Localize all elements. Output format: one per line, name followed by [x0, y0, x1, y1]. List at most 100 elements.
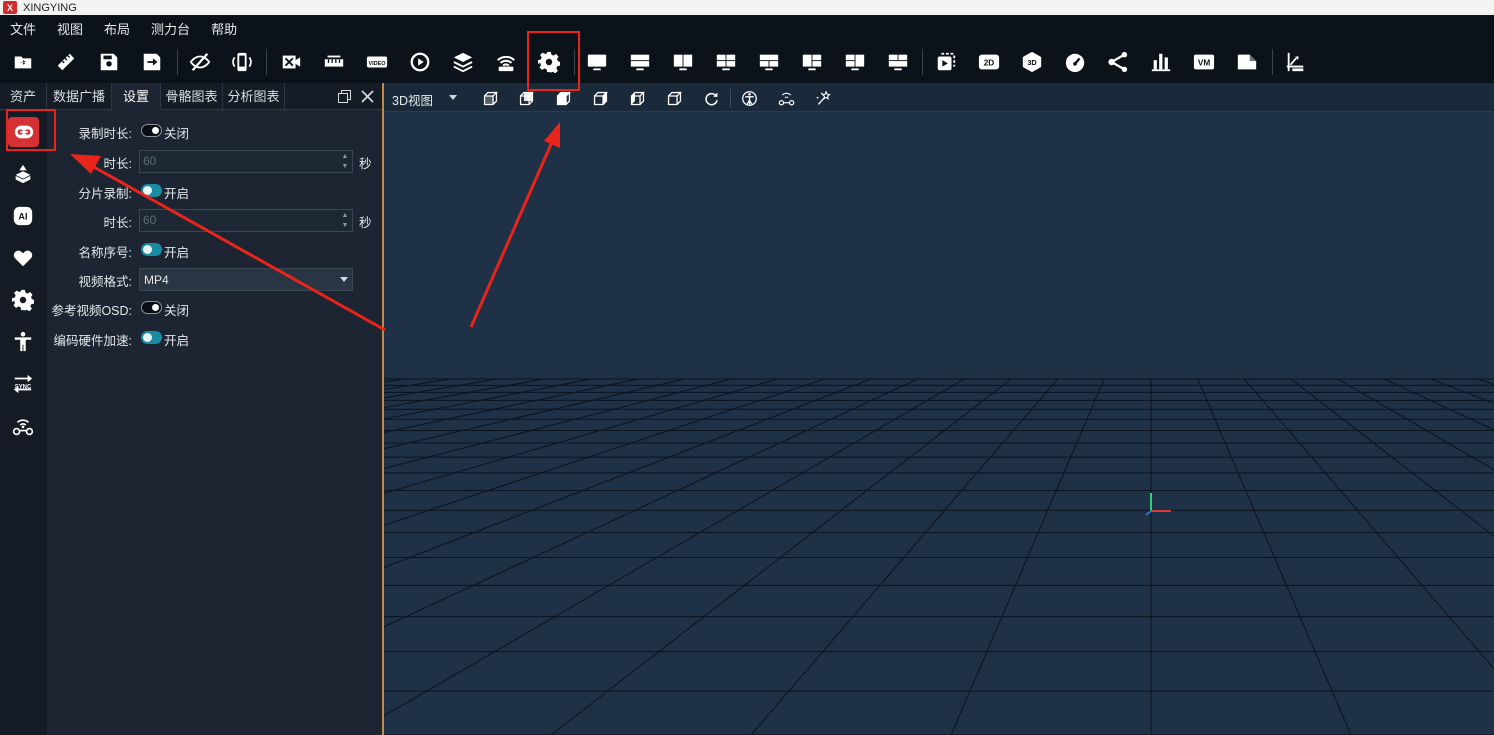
- ref-video-osd-state: 关闭: [164, 304, 190, 318]
- tab-settings[interactable]: 设置: [112, 83, 161, 110]
- menu-force-plate[interactable]: 测力台: [151, 19, 190, 38]
- view-layout-5-icon[interactable]: [756, 49, 782, 75]
- reset-view-icon[interactable]: [701, 88, 721, 108]
- view-left-icon[interactable]: [627, 88, 647, 108]
- hw-accel-toggle[interactable]: [141, 331, 162, 344]
- name-index-row: 名称序号: 开启: [47, 238, 382, 262]
- rigid-body-icon[interactable]: [10, 161, 36, 187]
- chevron-down-icon: [340, 277, 348, 282]
- view-right-icon[interactable]: [664, 88, 684, 108]
- hide-icon[interactable]: [187, 49, 213, 75]
- svg-text:VIDEO: VIDEO: [368, 61, 386, 67]
- wireless-sensor-icon[interactable]: [10, 413, 36, 439]
- view-bottom-icon[interactable]: [590, 88, 610, 108]
- panel-tabs: 资产 数据广播 设置 骨骼图表 分析图表: [0, 83, 382, 110]
- show-skeleton-icon[interactable]: [739, 88, 759, 108]
- video-format-label: 视频格式:: [78, 275, 132, 289]
- sync-icon[interactable]: SYNC: [10, 371, 36, 397]
- menu-help[interactable]: 帮助: [211, 19, 237, 38]
- force-plate-icon[interactable]: [1283, 49, 1309, 75]
- record-duration-state: 关闭: [164, 127, 190, 141]
- duration-spinbox-2[interactable]: 60 ▲ ▼: [139, 209, 353, 232]
- view-layout-7-icon[interactable]: [842, 49, 868, 75]
- duration-row-1: 时长: 60 ▲ ▼ 秒: [47, 149, 382, 173]
- settings-gear-icon[interactable]: [536, 49, 562, 75]
- bar-chart-icon[interactable]: [1148, 49, 1174, 75]
- layers-icon[interactable]: [450, 49, 476, 75]
- tab-data-broadcast[interactable]: 数据广播: [47, 83, 112, 110]
- spin-down-icon[interactable]: ▼: [340, 221, 350, 230]
- vm-icon[interactable]: VM: [1191, 49, 1217, 75]
- duration-unit-1: 秒: [359, 157, 372, 171]
- segment-record-toggle[interactable]: [141, 184, 162, 197]
- viewport-toolbar: 3D视图: [384, 83, 1494, 112]
- playback-icon[interactable]: [933, 49, 959, 75]
- export-icon[interactable]: [139, 49, 165, 75]
- recording-settings-form: 录制时长: 关闭 时长: 60 ▲ ▼ 秒 分片录制: 开启 时长: 60 ▲ ▼ 秒 …: [47, 111, 382, 735]
- tab-skeleton-chart[interactable]: 骨骼图表: [161, 83, 223, 110]
- open-project-icon[interactable]: [10, 49, 36, 75]
- recording-icon[interactable]: [8, 117, 39, 147]
- document-icon[interactable]: [1234, 49, 1260, 75]
- view-single-icon[interactable]: [584, 49, 610, 75]
- 3d-icon[interactable]: 3D: [1019, 49, 1045, 75]
- video-format-row: 视频格式: MP4: [47, 267, 382, 291]
- device-sync-icon[interactable]: [229, 49, 255, 75]
- gauge-icon[interactable]: [1062, 49, 1088, 75]
- menu-file[interactable]: 文件: [10, 19, 36, 38]
- show-trail-icon[interactable]: [813, 88, 833, 108]
- name-index-toggle[interactable]: [141, 243, 162, 256]
- settings-icon[interactable]: [10, 287, 36, 313]
- 2d-icon[interactable]: 2D: [976, 49, 1002, 75]
- app-title: XINGYING: [23, 1, 77, 14]
- save-icon[interactable]: [96, 49, 122, 75]
- hw-accel-label: 编码硬件加速:: [53, 334, 132, 348]
- duration-label-1: 时长:: [103, 157, 132, 171]
- segment-record-state: 开启: [164, 187, 190, 201]
- view-front-icon[interactable]: [480, 88, 500, 108]
- tab-assets[interactable]: 资产: [0, 83, 47, 110]
- menu-view[interactable]: 视图: [57, 19, 83, 38]
- tab-analysis-chart[interactable]: 分析图表: [223, 83, 285, 110]
- replay-icon[interactable]: [407, 49, 433, 75]
- 3d-viewport[interactable]: 3D视图: [384, 83, 1494, 735]
- view-quad-icon[interactable]: [713, 49, 739, 75]
- record-duration-label: 录制时长:: [78, 127, 132, 141]
- chevron-down-icon[interactable]: [449, 95, 457, 100]
- show-marker-icon[interactable]: [776, 88, 796, 108]
- ruler-calibrate-icon[interactable]: [321, 49, 347, 75]
- duration-row-2: 时长: 60 ▲ ▼ 秒: [47, 208, 382, 232]
- ref-video-osd-label: 参考视频OSD:: [51, 304, 132, 318]
- menu-layout[interactable]: 布局: [104, 19, 130, 38]
- close-panel-icon[interactable]: [359, 88, 375, 104]
- ref-video-osd-toggle[interactable]: [141, 301, 162, 314]
- record-duration-toggle[interactable]: [141, 124, 162, 137]
- heart-icon[interactable]: [10, 245, 36, 271]
- spin-down-icon[interactable]: ▼: [340, 162, 350, 171]
- name-index-label: 名称序号:: [78, 246, 132, 260]
- skeleton-link-icon[interactable]: [1105, 49, 1131, 75]
- duration-unit-2: 秒: [359, 216, 372, 230]
- view-top-icon[interactable]: [553, 88, 573, 108]
- video-icon[interactable]: VIDEO: [364, 49, 390, 75]
- duration-spinbox-1[interactable]: 60 ▲ ▼: [139, 150, 353, 173]
- human-body-icon[interactable]: [10, 329, 36, 355]
- ai-icon[interactable]: AI: [10, 203, 36, 229]
- float-panel-icon[interactable]: [336, 88, 352, 104]
- wireless-icon[interactable]: [493, 49, 519, 75]
- segment-record-row: 分片录制: 开启: [47, 179, 382, 203]
- svg-text:3D: 3D: [1027, 58, 1036, 67]
- view-split-v-icon[interactable]: [670, 49, 696, 75]
- spin-up-icon[interactable]: ▲: [340, 152, 350, 161]
- camera-calibrate-icon[interactable]: [278, 49, 304, 75]
- svg-text:2D: 2D: [984, 59, 995, 68]
- duration-label-2: 时长:: [103, 216, 132, 230]
- ruler-icon[interactable]: [53, 49, 79, 75]
- view-mode-select[interactable]: 3D视图: [392, 90, 433, 109]
- view-split-h-icon[interactable]: [627, 49, 653, 75]
- video-format-select[interactable]: MP4: [139, 268, 353, 291]
- view-layout-6-icon[interactable]: [799, 49, 825, 75]
- view-back-icon[interactable]: [516, 88, 536, 108]
- spin-up-icon[interactable]: ▲: [340, 211, 350, 220]
- view-layout-8-icon[interactable]: [885, 49, 911, 75]
